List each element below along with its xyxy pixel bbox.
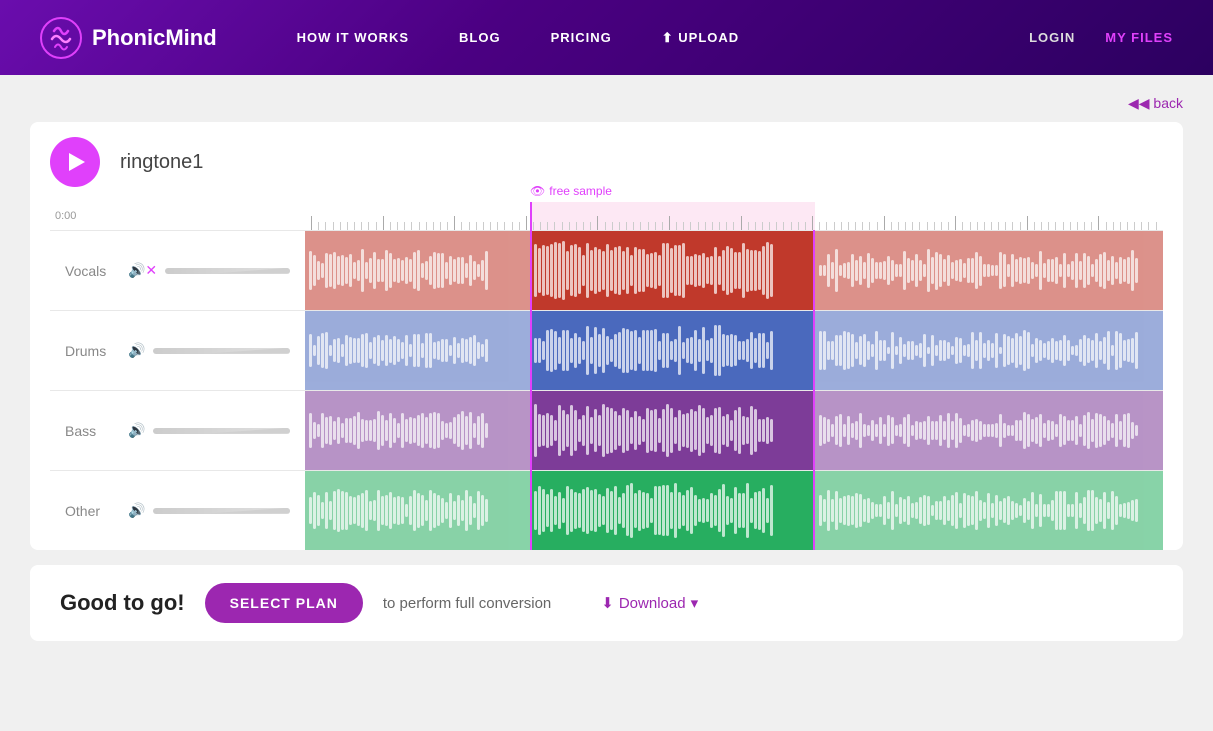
ruler-playhead	[530, 202, 532, 230]
nav-how-it-works[interactable]: HOW IT WORKS	[297, 30, 409, 45]
free-sample-label: 👁 free sample	[530, 184, 612, 198]
volume-slider-other[interactable]	[153, 508, 290, 514]
nav-right: LOGIN MY FILES	[1029, 30, 1173, 45]
wf-bass-left	[305, 391, 530, 470]
back-link[interactable]: ◀◀ back	[30, 95, 1183, 112]
play-button[interactable]	[50, 137, 100, 187]
track-label-other: Other 🔊	[50, 471, 305, 550]
wf-bass-middle	[530, 391, 815, 470]
track-name-vocals: Vocals	[65, 263, 120, 279]
wf-other-middle	[530, 471, 815, 550]
player-header: ringtone1	[50, 137, 1163, 187]
nav-upload[interactable]: ⬆ UPLOAD	[662, 30, 739, 46]
ruler-ticks	[305, 202, 1163, 230]
track-label-vocals: Vocals 🔊✕	[50, 231, 305, 310]
volume-icon-vocals[interactable]: 🔊✕	[128, 262, 157, 279]
track-waveform-drums	[305, 311, 1163, 390]
volume-icon-bass[interactable]: 🔊	[128, 422, 145, 439]
volume-icon-other[interactable]: 🔊	[128, 502, 145, 519]
eye-icon: 👁	[530, 184, 545, 198]
track-row-bass: Bass 🔊	[50, 390, 1163, 470]
track-waveform-other	[305, 471, 1163, 550]
select-plan-button[interactable]: SELECT PLAN	[205, 583, 363, 623]
wf-vocals-middle	[530, 231, 815, 310]
track-label-bass: Bass 🔊	[50, 391, 305, 470]
tracks-container: Vocals 🔊✕	[50, 230, 1163, 550]
download-chevron: ▾	[691, 594, 699, 612]
download-label: Download	[619, 595, 686, 612]
nav-pricing[interactable]: PRICING	[551, 30, 612, 45]
content-area: ◀◀ back ringtone1 👁 free sample 0:00	[0, 75, 1213, 661]
wf-other-left	[305, 471, 530, 550]
navbar: PhonicMind HOW IT WORKS BLOG PRICING ⬆ U…	[0, 0, 1213, 75]
nav-login[interactable]: LOGIN	[1029, 30, 1075, 45]
track-row-other: Other 🔊	[50, 470, 1163, 550]
wf-drums-middle	[530, 311, 815, 390]
track-row-vocals: Vocals 🔊✕	[50, 230, 1163, 310]
wf-other-right	[815, 471, 1163, 550]
wf-vocals-right	[815, 231, 1163, 310]
bottom-bar: Good to go! SELECT PLAN to perform full …	[30, 565, 1183, 641]
nav-links: HOW IT WORKS BLOG PRICING ⬆ UPLOAD	[297, 30, 1029, 46]
time-label: 0:00	[55, 210, 76, 222]
volume-icon-drums[interactable]: 🔊	[128, 342, 145, 359]
track-name-bass: Bass	[65, 423, 120, 439]
track-name-drums: Drums	[65, 343, 120, 359]
logo-area: PhonicMind	[40, 17, 217, 59]
track-label-drums: Drums 🔊	[50, 311, 305, 390]
download-icon: ⬇	[601, 594, 614, 612]
timeline-ruler[interactable]: 0:00	[50, 202, 1163, 230]
logo-text: PhonicMind	[92, 25, 217, 51]
track-row-drums: Drums 🔊	[50, 310, 1163, 390]
volume-slider-vocals[interactable]	[165, 268, 290, 274]
wf-bass-right	[815, 391, 1163, 470]
nav-myfiles[interactable]: MY FILES	[1105, 30, 1173, 45]
good-to-go-text: Good to go!	[60, 590, 185, 616]
wf-vocals-left	[305, 231, 530, 310]
to-perform-text: to perform full conversion	[383, 595, 551, 612]
nav-blog[interactable]: BLOG	[459, 30, 501, 45]
song-title: ringtone1	[120, 151, 203, 174]
logo-icon	[40, 17, 82, 59]
volume-slider-bass[interactable]	[153, 428, 290, 434]
wf-drums-left	[305, 311, 530, 390]
volume-slider-drums[interactable]	[153, 348, 290, 354]
player-section: ringtone1 👁 free sample 0:00	[30, 122, 1183, 550]
timeline-container: 👁 free sample 0:00 Vocals 🔊	[50, 202, 1163, 550]
track-name-other: Other	[65, 503, 120, 519]
track-waveform-bass	[305, 391, 1163, 470]
download-button[interactable]: ⬇ Download ▾	[601, 594, 698, 612]
wf-drums-right	[815, 311, 1163, 390]
play-icon	[69, 153, 85, 171]
track-waveform-vocals	[305, 231, 1163, 310]
